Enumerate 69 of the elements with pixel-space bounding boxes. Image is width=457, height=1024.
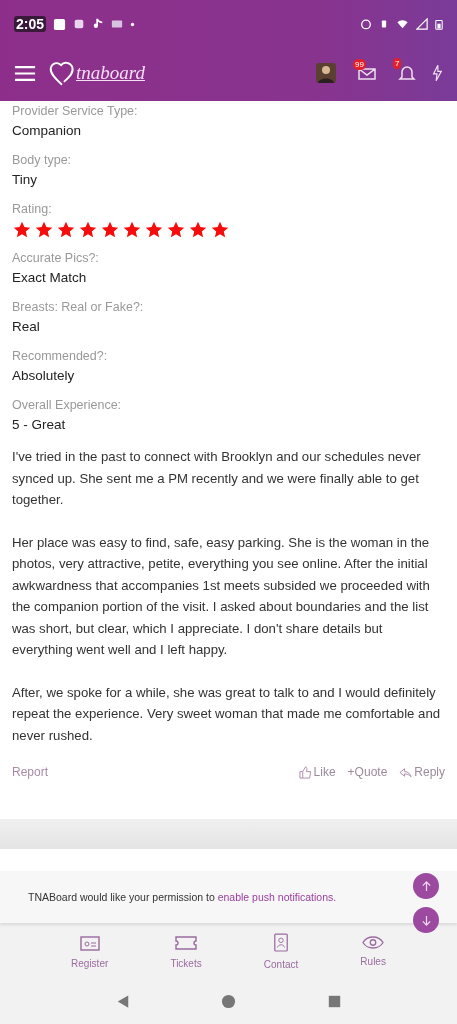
field-value: Exact Match [12, 269, 88, 287]
dot-icon [130, 21, 136, 27]
heart-logo-icon [48, 59, 76, 87]
eye-icon [362, 935, 385, 950]
battery-icon [435, 17, 443, 31]
star-icon [12, 220, 32, 239]
app-notification-icon [73, 18, 86, 30]
message-icon [111, 18, 124, 30]
ticket-icon [174, 933, 199, 952]
star-icon [100, 220, 120, 239]
count-badge: 7 [393, 58, 402, 69]
id-card-icon [78, 933, 101, 952]
count-badge: 99 [353, 59, 366, 70]
star-icon [166, 220, 186, 239]
field-value: Tiny [12, 171, 38, 189]
field-value: Real [12, 318, 41, 336]
nav-tab[interactable]: Rules [360, 935, 386, 967]
inbox-icon[interactable] [357, 65, 377, 81]
review-paragraph: After, we spoke for a while, she was great to talk to and I would definitely repeat the experience. Very sweet woman that made me comfortable and never rushed. [12, 683, 442, 745]
field-label: Overall Experience: [12, 397, 123, 414]
arrow-down-icon [420, 914, 432, 926]
review-paragraph: I've tried in the past to connect with Brooklyn and our schedules never synced up. She sent me a PM recently and we were finally able to get together. [12, 448, 422, 509]
nav-tab[interactable]: Register [71, 933, 109, 969]
nav-tab[interactable]: Tickets [170, 933, 202, 969]
reply-arrow-icon [399, 765, 413, 779]
nav-tab[interactable]: Contact [263, 932, 299, 970]
thumbs-up-icon [298, 765, 312, 779]
star-icon [188, 220, 208, 239]
clock-time: 2:05 [14, 16, 47, 32]
back-button[interactable] [115, 994, 130, 1009]
field-value: Absolutely [12, 367, 76, 385]
avatar-icon[interactable] [315, 62, 337, 84]
quote-button[interactable]: +Quote [347, 765, 388, 779]
field-value: 5 - Great [12, 416, 67, 434]
report-link[interactable]: Report [12, 765, 49, 779]
recents-button[interactable] [328, 995, 342, 1008]
star-icon [78, 220, 98, 239]
star-icon [34, 220, 54, 239]
notification-text: TNABoard would like your permission to enable push notifications. [28, 891, 337, 903]
home-button[interactable] [221, 994, 237, 1009]
star-icon [56, 220, 76, 239]
star-icon [122, 220, 142, 239]
field-label: Rating: [12, 201, 53, 218]
like-button[interactable]: Like [298, 765, 336, 779]
enable-notifications-link[interactable]: enable push notifications. [217, 891, 337, 903]
app-notification-icon [53, 17, 67, 31]
field-label: Provider Service Type: [12, 103, 139, 120]
music-note-icon [92, 18, 105, 30]
wifi-icon [396, 18, 409, 30]
reply-button[interactable]: Reply [399, 765, 445, 779]
field-label: Body type: [12, 152, 73, 169]
field-value: Companion [12, 122, 83, 140]
alarm-icon [360, 18, 372, 30]
star-icon [144, 220, 164, 239]
site-logo[interactable]: tnaboard [76, 62, 145, 84]
bell-icon[interactable] [397, 64, 417, 82]
field-label: Recommended?: [12, 348, 109, 365]
arrow-up-icon [420, 880, 432, 892]
vibrate-icon [379, 18, 389, 30]
lightning-icon[interactable] [431, 64, 443, 82]
contact-card-icon [273, 932, 290, 953]
field-label: Accurate Pics?: [12, 250, 100, 267]
review-paragraph: Her place was easy to find, safe, easy parking. She is the woman in the photos, very attractive, petite, everything you see online. After the initial awkwardness that accompanies 1st meets subsided we proceeded with the companion portion of the visit. I asked about boundaries and the list was short, but clear, which I appreciate. I don't share details but everything went well and I left happy. [12, 533, 431, 659]
scroll-up-button[interactable] [413, 873, 439, 899]
menu-icon[interactable] [14, 64, 36, 82]
scroll-down-button[interactable] [413, 907, 439, 933]
signal-icon [416, 18, 428, 30]
star-icon [210, 220, 230, 239]
field-label: Breasts: Real or Fake?: [12, 299, 145, 316]
